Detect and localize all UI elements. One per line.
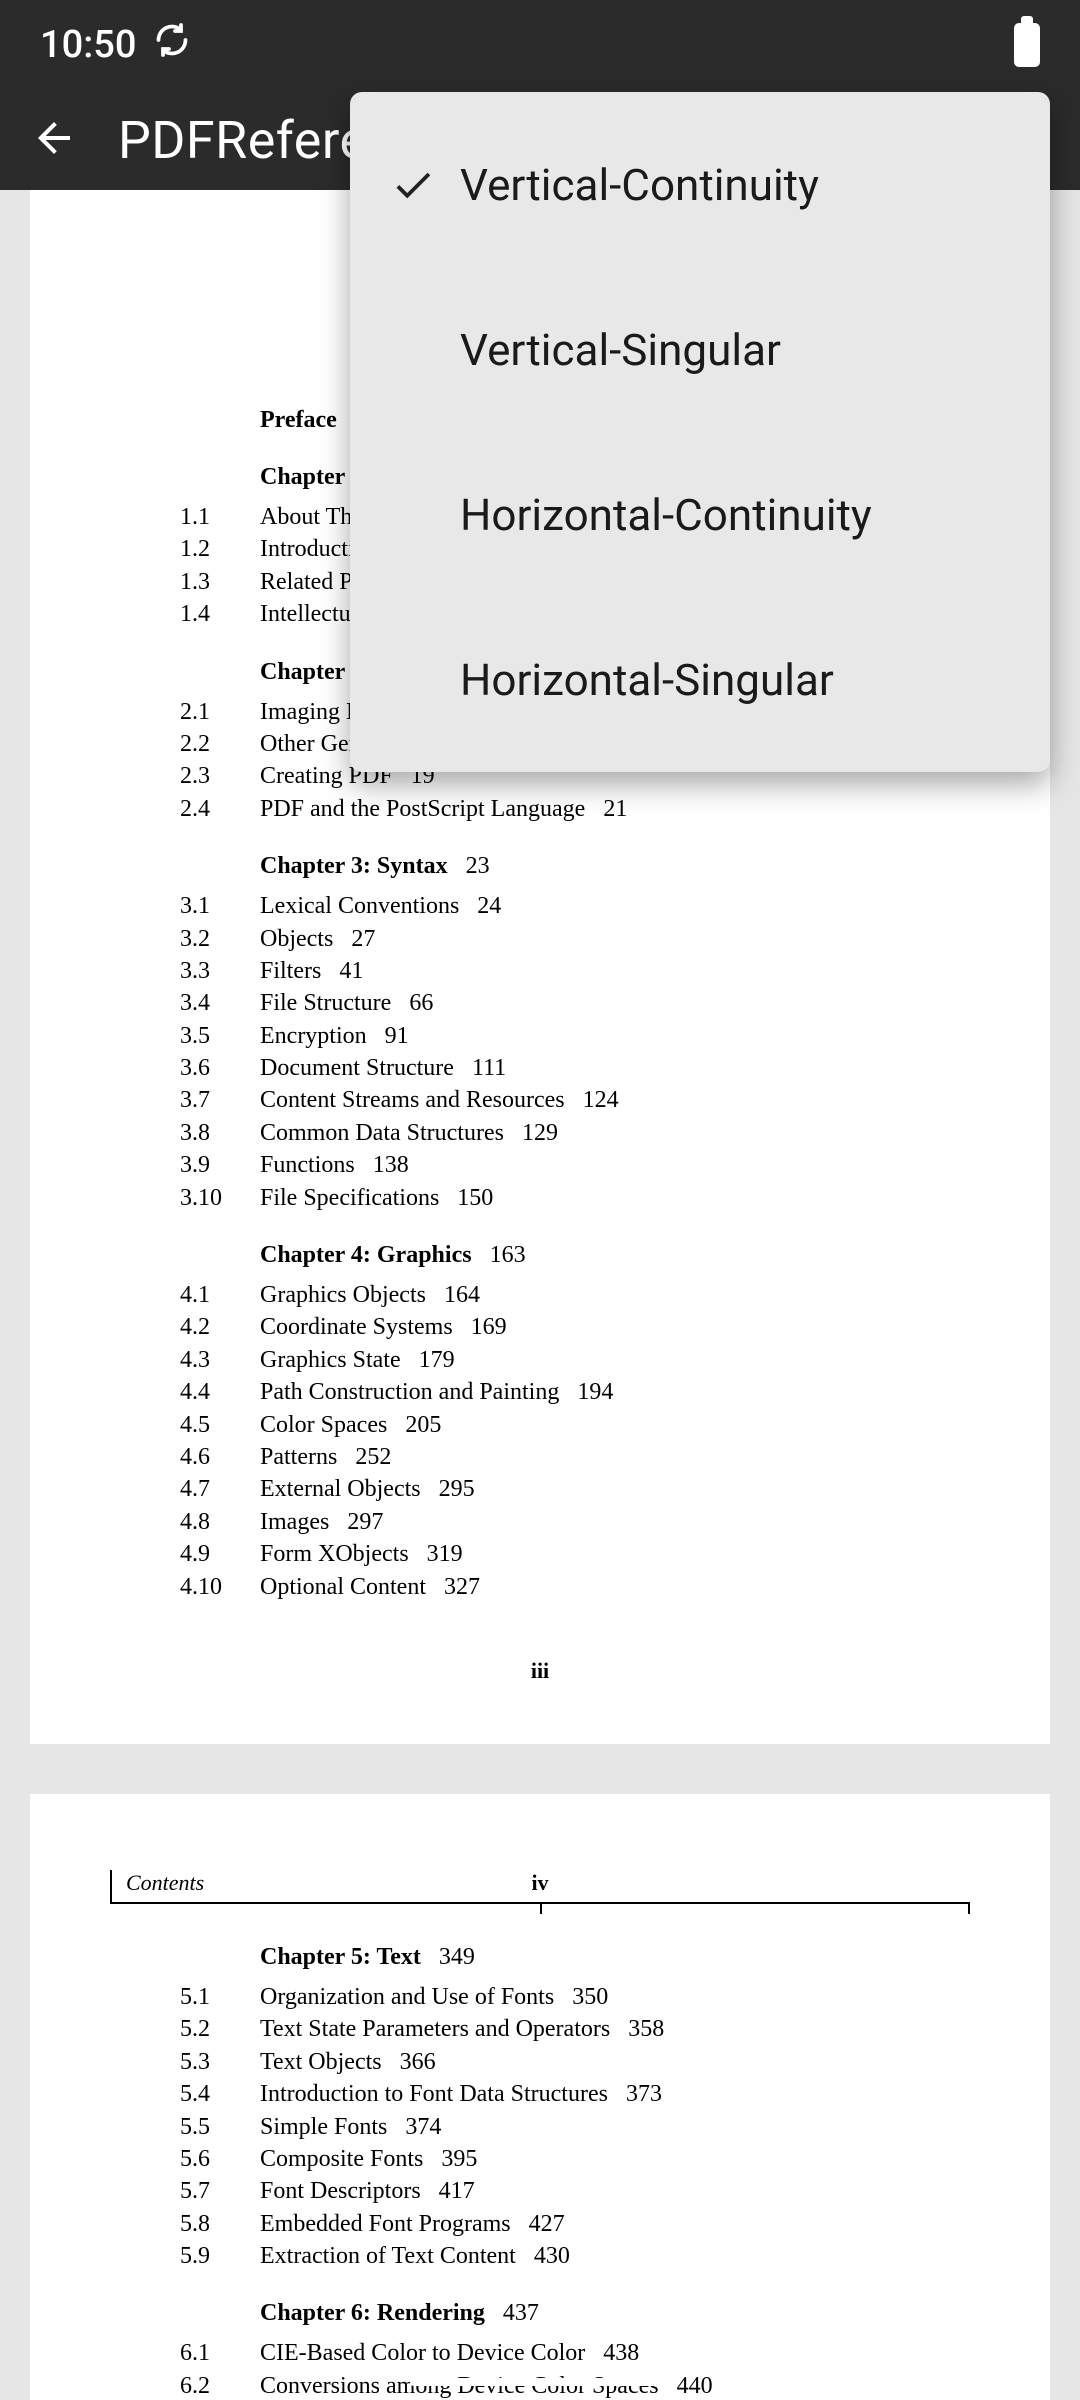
menu-item-label: Horizontal-Singular: [460, 654, 834, 706]
toc-entry: 4.6Patterns252: [110, 1441, 970, 1473]
battery-icon: [1014, 23, 1040, 67]
page-number-footer: iii: [110, 1658, 970, 1684]
toc-entry: 4.9Form XObjects319: [110, 1538, 970, 1570]
toc-entry: 5.6Composite Fonts395: [110, 2143, 970, 2175]
toc-entry: 4.3Graphics State179: [110, 1344, 970, 1376]
toc-entry: 3.9Functions138: [110, 1149, 970, 1181]
toc-entry: 5.8Embedded Font Programs427: [110, 2208, 970, 2240]
toc-entry: 4.7External Objects295: [110, 1473, 970, 1505]
toc-chapter-heading: Chapter 5: Text349: [260, 1944, 970, 1971]
toc-chapter-heading: Chapter 4: Graphics163: [260, 1242, 970, 1269]
toc-entry: 5.4Introduction to Font Data Structures3…: [110, 2078, 970, 2110]
toc-entry: 5.2Text State Parameters and Operators35…: [110, 2013, 970, 2045]
pdf-page: Contents iv Chapter 5: Text349 5.1Organiz…: [30, 1794, 1050, 2400]
menu-item[interactable]: Horizontal-Continuity: [350, 432, 1050, 597]
status-time: 10:50: [40, 23, 136, 67]
toc-entry: 5.3Text Objects366: [110, 2046, 970, 2078]
toc-entry: 3.1Lexical Conventions24: [110, 890, 970, 922]
toc-entry: 4.5Color Spaces205: [110, 1409, 970, 1441]
toc-entry: 4.4Path Construction and Painting194: [110, 1376, 970, 1408]
header-page-number: iv: [531, 1870, 548, 1902]
toc-entry: 6.1CIE-Based Color to Device Color438: [110, 2337, 970, 2369]
status-bar: 10:50: [0, 0, 1080, 90]
toc-entry: 3.7Content Streams and Resources124: [110, 1084, 970, 1116]
menu-item-label: Vertical-Singular: [460, 324, 781, 376]
home-indicator[interactable]: [410, 2378, 670, 2386]
check-icon: [390, 162, 460, 208]
toc-entry: 5.5Simple Fonts374: [110, 2111, 970, 2143]
toc-entry: 5.9Extraction of Text Content430: [110, 2240, 970, 2272]
toc-entry: 5.7Font Descriptors417: [110, 2175, 970, 2207]
toc-entry: 2.4PDF and the PostScript Language21: [110, 793, 970, 825]
menu-item-label: Vertical-Continuity: [460, 159, 819, 211]
toc-entry: 4.2Coordinate Systems169: [110, 1311, 970, 1343]
layout-menu: Vertical-Continuity Vertical-Singular Hori…: [350, 92, 1050, 772]
toc-entry: 4.1Graphics Objects164: [110, 1279, 970, 1311]
page-header: Contents iv: [110, 1864, 970, 1904]
toc-entry: 3.10File Specifications150: [110, 1182, 970, 1214]
toc-chapter-heading: Chapter 6: Rendering437: [260, 2300, 970, 2327]
toc-chapter-heading: Chapter 3: Syntax23: [260, 853, 970, 880]
header-section: Contents: [110, 1870, 204, 1902]
menu-item-label: Horizontal-Continuity: [460, 489, 872, 541]
toc-entry: 3.3Filters41: [110, 955, 970, 987]
menu-item[interactable]: Horizontal-Singular: [350, 597, 1050, 762]
toc-entry: 4.8Images297: [110, 1506, 970, 1538]
toc-entry: 3.5Encryption91: [110, 1020, 970, 1052]
toc-entry: 3.4File Structure66: [110, 987, 970, 1019]
back-button[interactable]: [30, 114, 78, 166]
toc-entry: 3.8Common Data Structures129: [110, 1117, 970, 1149]
sync-icon: [154, 22, 190, 68]
menu-item[interactable]: Vertical-Singular: [350, 267, 1050, 432]
toc-entry: 4.10Optional Content327: [110, 1571, 970, 1603]
menu-item[interactable]: Vertical-Continuity: [350, 102, 1050, 267]
toc-entry: 3.2Objects27: [110, 923, 970, 955]
toc-entry: 5.1Organization and Use of Fonts350: [110, 1981, 970, 2013]
toc-entry: 3.6Document Structure111: [110, 1052, 970, 1084]
